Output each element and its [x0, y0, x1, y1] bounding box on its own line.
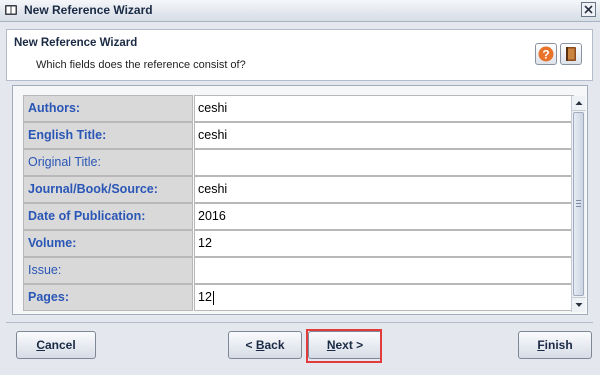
field-row-source: Journal/Book/Source: ceshi — [23, 176, 576, 203]
button-bar: Cancel < Back Next > Finish — [6, 322, 593, 371]
finish-mnemonic: F — [537, 338, 545, 352]
text-cursor — [212, 290, 214, 305]
vertical-scrollbar[interactable] — [571, 96, 586, 312]
question-icon: ? — [538, 46, 554, 62]
wizard-header: New Reference Wizard Which fields does t… — [6, 29, 593, 81]
back-prefix: < — [245, 338, 256, 352]
title-bar: New Reference Wizard — [0, 0, 600, 22]
next-button[interactable]: Next > — [308, 331, 382, 359]
next-suffix: > — [352, 338, 364, 352]
cancel-label: ancel — [44, 338, 76, 352]
english-title-field[interactable]: ceshi — [194, 122, 574, 149]
field-row-date: Date of Publication: 2016 — [23, 203, 576, 230]
original-title-field[interactable] — [194, 149, 574, 176]
scroll-down-button[interactable] — [572, 297, 586, 312]
wizard-title: New Reference Wizard — [14, 37, 138, 49]
cancel-mnemonic: C — [36, 338, 45, 352]
field-row-volume: Volume: 12 — [23, 230, 576, 257]
source-field[interactable]: ceshi — [194, 176, 574, 203]
close-button[interactable] — [581, 2, 596, 17]
window-title: New Reference Wizard — [24, 3, 153, 17]
field-label: Authors: — [23, 95, 193, 122]
field-label: Journal/Book/Source: — [23, 176, 193, 203]
grip-line — [576, 203, 581, 204]
pages-field[interactable]: 12 — [194, 284, 574, 311]
volume-field[interactable]: 12 — [194, 230, 574, 257]
field-label: Issue: — [23, 257, 193, 284]
fields-table: Authors: ceshi English Title: ceshi Orig… — [23, 95, 576, 311]
scroll-thumb[interactable] — [573, 112, 584, 296]
field-label: Original Title: — [23, 149, 193, 176]
reference-book-button[interactable] — [560, 43, 582, 65]
close-icon — [584, 5, 593, 14]
grip-line — [576, 200, 581, 201]
field-row-english-title: English Title: ceshi — [23, 122, 576, 149]
scroll-up-button[interactable] — [572, 96, 586, 111]
date-of-publication-field[interactable]: 2016 — [194, 203, 574, 230]
back-label: ack — [264, 338, 285, 352]
finish-button[interactable]: Finish — [518, 331, 592, 359]
grip-line — [576, 206, 581, 207]
arrow-up-icon — [575, 101, 583, 105]
cancel-button[interactable]: Cancel — [16, 331, 96, 359]
issue-field[interactable] — [194, 257, 574, 284]
field-row-issue: Issue: — [23, 257, 576, 284]
field-row-authors: Authors: ceshi — [23, 95, 576, 122]
wizard-subtitle: Which fields does the reference consist … — [36, 59, 246, 71]
field-label: Pages: — [23, 284, 193, 311]
arrow-down-icon — [575, 303, 583, 307]
field-label: English Title: — [23, 122, 193, 149]
svg-text:?: ? — [542, 48, 549, 62]
pages-value: 12 — [198, 290, 212, 304]
next-label: ext — [335, 338, 353, 352]
back-button[interactable]: < Back — [228, 331, 302, 359]
field-label: Volume: — [23, 230, 193, 257]
finish-label: inish — [544, 338, 573, 352]
book-icon — [566, 47, 576, 61]
help-button[interactable]: ? — [535, 43, 557, 65]
book-icon — [5, 5, 17, 15]
field-row-original-title: Original Title: — [23, 149, 576, 176]
field-label: Date of Publication: — [23, 203, 193, 230]
authors-field[interactable]: ceshi — [194, 95, 574, 122]
field-row-pages: Pages: 12 — [23, 284, 576, 311]
fields-panel: Authors: ceshi English Title: ceshi Orig… — [12, 85, 588, 315]
